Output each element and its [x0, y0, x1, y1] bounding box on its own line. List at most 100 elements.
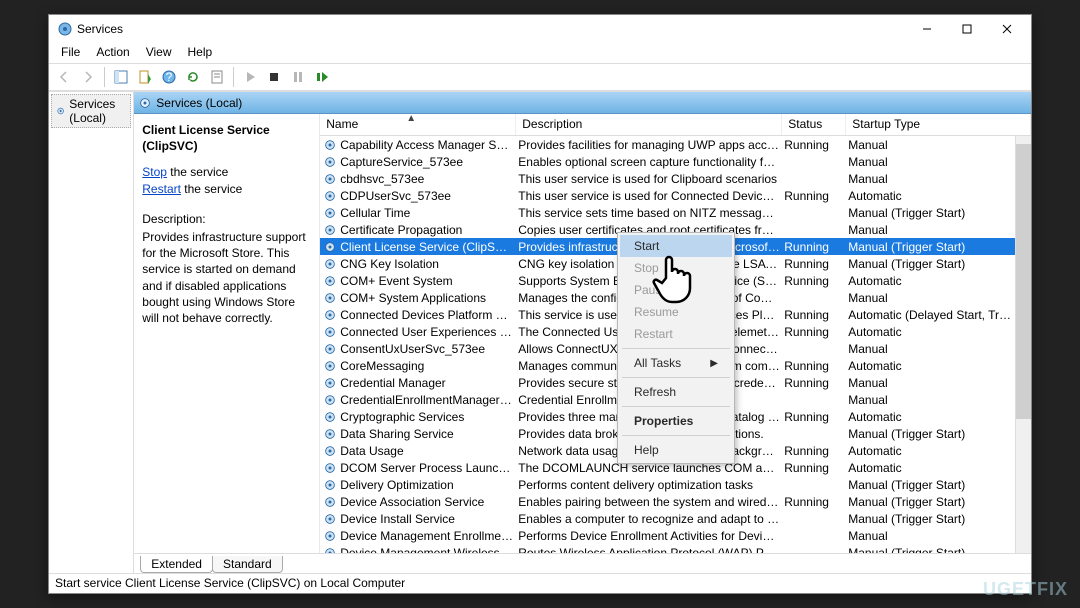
show-hide-tree-button[interactable] [110, 66, 132, 88]
service-row[interactable]: Delivery OptimizationPerforms content de… [320, 476, 1015, 493]
cell-name: Delivery Optimization [340, 478, 518, 492]
content-area: Client License Service (ClipSVC) Stop th… [134, 114, 1031, 553]
properties-button[interactable] [206, 66, 228, 88]
cell-startup: Manual [848, 138, 1015, 152]
ctx-start[interactable]: Start [620, 235, 732, 257]
cell-startup: Manual [848, 529, 1015, 543]
watermark: UGETFIX [983, 579, 1068, 600]
close-button[interactable] [987, 15, 1027, 43]
context-menu: Start Stop Pause Resume Restart All Task… [617, 232, 735, 464]
export-list-button[interactable] [134, 66, 156, 88]
col-name[interactable]: Name▲ [320, 114, 516, 135]
cell-name: Cellular Time [340, 206, 518, 220]
tab-standard[interactable]: Standard [212, 556, 283, 573]
cell-startup: Manual (Trigger Start) [848, 546, 1015, 554]
stop-service-link[interactable]: Stop [142, 165, 167, 179]
service-row[interactable]: Cellular TimeThis service sets time base… [320, 204, 1015, 221]
help-button[interactable]: ? [158, 66, 180, 88]
cell-startup: Automatic [848, 359, 1015, 373]
cell-status: Running [784, 240, 848, 254]
status-bar: Start service Client License Service (Cl… [49, 573, 1031, 593]
cell-startup: Automatic [848, 461, 1015, 475]
detail-pane: Client License Service (ClipSVC) Stop th… [134, 114, 320, 553]
cell-description: Provides facilities for managing UWP app… [518, 138, 784, 152]
stop-service-button[interactable] [263, 66, 285, 88]
menu-help[interactable]: Help [180, 43, 221, 63]
cell-description: This service sets time based on NITZ mes… [518, 206, 784, 220]
start-service-button [239, 66, 261, 88]
titlebar: Services [49, 15, 1031, 43]
service-row[interactable]: Device Install ServiceEnables a computer… [320, 510, 1015, 527]
cell-startup: Manual [848, 155, 1015, 169]
gear-icon [138, 96, 152, 110]
scroll-thumb[interactable] [1016, 144, 1031, 419]
cell-startup: Manual [848, 393, 1015, 407]
cell-status: Running [784, 325, 848, 339]
service-row[interactable]: Capability Access Manager ServiceProvide… [320, 136, 1015, 153]
cell-startup: Automatic (Delayed Start, Tr… [848, 308, 1015, 322]
cell-startup: Manual (Trigger Start) [848, 495, 1015, 509]
vertical-scrollbar[interactable] [1015, 136, 1031, 553]
cell-startup: Manual (Trigger Start) [848, 240, 1015, 254]
cell-name: CoreMessaging [340, 359, 518, 373]
pane-title: Services (Local) [156, 96, 242, 110]
tab-extended[interactable]: Extended [140, 556, 213, 573]
cell-description: Performs Device Enrollment Activities fo… [518, 529, 784, 543]
service-row[interactable]: Device Management Enrollment ServicePerf… [320, 527, 1015, 544]
cell-name: CaptureService_573ee [340, 155, 518, 169]
separator [622, 435, 730, 436]
separator [622, 348, 730, 349]
service-row[interactable]: CaptureService_573eeEnables optional scr… [320, 153, 1015, 170]
service-row[interactable]: Device Association ServiceEnables pairin… [320, 493, 1015, 510]
maximize-button[interactable] [947, 15, 987, 43]
cell-description: Enables pairing between the system and w… [518, 495, 784, 509]
cell-name: DCOM Server Process Launcher [340, 461, 518, 475]
restart-service-link[interactable]: Restart [142, 182, 181, 196]
separator [622, 406, 730, 407]
minimize-button[interactable] [907, 15, 947, 43]
cell-description: This user service is used for Clipboard … [518, 172, 784, 186]
ctx-restart: Restart [620, 323, 732, 345]
col-status[interactable]: Status [782, 114, 846, 135]
ctx-all-tasks[interactable]: All Tasks▶ [620, 352, 732, 374]
refresh-button[interactable] [182, 66, 204, 88]
ctx-refresh[interactable]: Refresh [620, 381, 732, 403]
cell-name: CredentialEnrollmentManagerUserSvc [340, 393, 518, 407]
tree-node-label: Services (Local) [69, 97, 126, 125]
window-title: Services [77, 22, 907, 36]
selected-service-title: Client License Service (ClipSVC) [142, 122, 309, 154]
cell-status: Running [784, 444, 848, 458]
cell-status: Running [784, 376, 848, 390]
cell-description: This user service is used for Connected … [518, 189, 784, 203]
back-button [53, 66, 75, 88]
workarea: Services (Local) Services (Local) Client… [49, 91, 1031, 573]
app-icon [57, 21, 73, 37]
cell-name: Device Install Service [340, 512, 518, 526]
ctx-properties[interactable]: Properties [620, 410, 732, 432]
menu-file[interactable]: File [53, 43, 88, 63]
cell-name: Client License Service (ClipSVC) [340, 240, 518, 254]
restart-service-button[interactable] [311, 66, 333, 88]
col-description[interactable]: Description [516, 114, 782, 135]
cell-startup: Automatic [848, 189, 1015, 203]
service-row[interactable]: cbdhsvc_573eeThis user service is used f… [320, 170, 1015, 187]
cell-name: cbdhsvc_573ee [340, 172, 518, 186]
cell-status: Running [784, 138, 848, 152]
service-row[interactable]: CDPUserSvc_573eeThis user service is use… [320, 187, 1015, 204]
menu-view[interactable]: View [138, 43, 180, 63]
gear-icon [56, 104, 65, 118]
menu-action[interactable]: Action [88, 43, 137, 63]
service-row[interactable]: Device Management Wireless ApplicationRo… [320, 544, 1015, 553]
description-text: Provides infrastructure support for the … [142, 229, 309, 326]
ctx-help[interactable]: Help [620, 439, 732, 461]
col-startup[interactable]: Startup Type [846, 114, 1031, 135]
submenu-arrow-icon: ▶ [710, 358, 718, 369]
cell-name: Connected Devices Platform Service [340, 308, 518, 322]
right-pane: Services (Local) Client License Service … [134, 92, 1031, 573]
cell-name: Data Sharing Service [340, 427, 518, 441]
ctx-resume: Resume [620, 301, 732, 323]
cell-description: Enables optional screen capture function… [518, 155, 784, 169]
view-tabs: Extended Standard [134, 553, 1031, 573]
menubar: File Action View Help [49, 43, 1031, 63]
tree-node-services-local[interactable]: Services (Local) [51, 94, 131, 128]
